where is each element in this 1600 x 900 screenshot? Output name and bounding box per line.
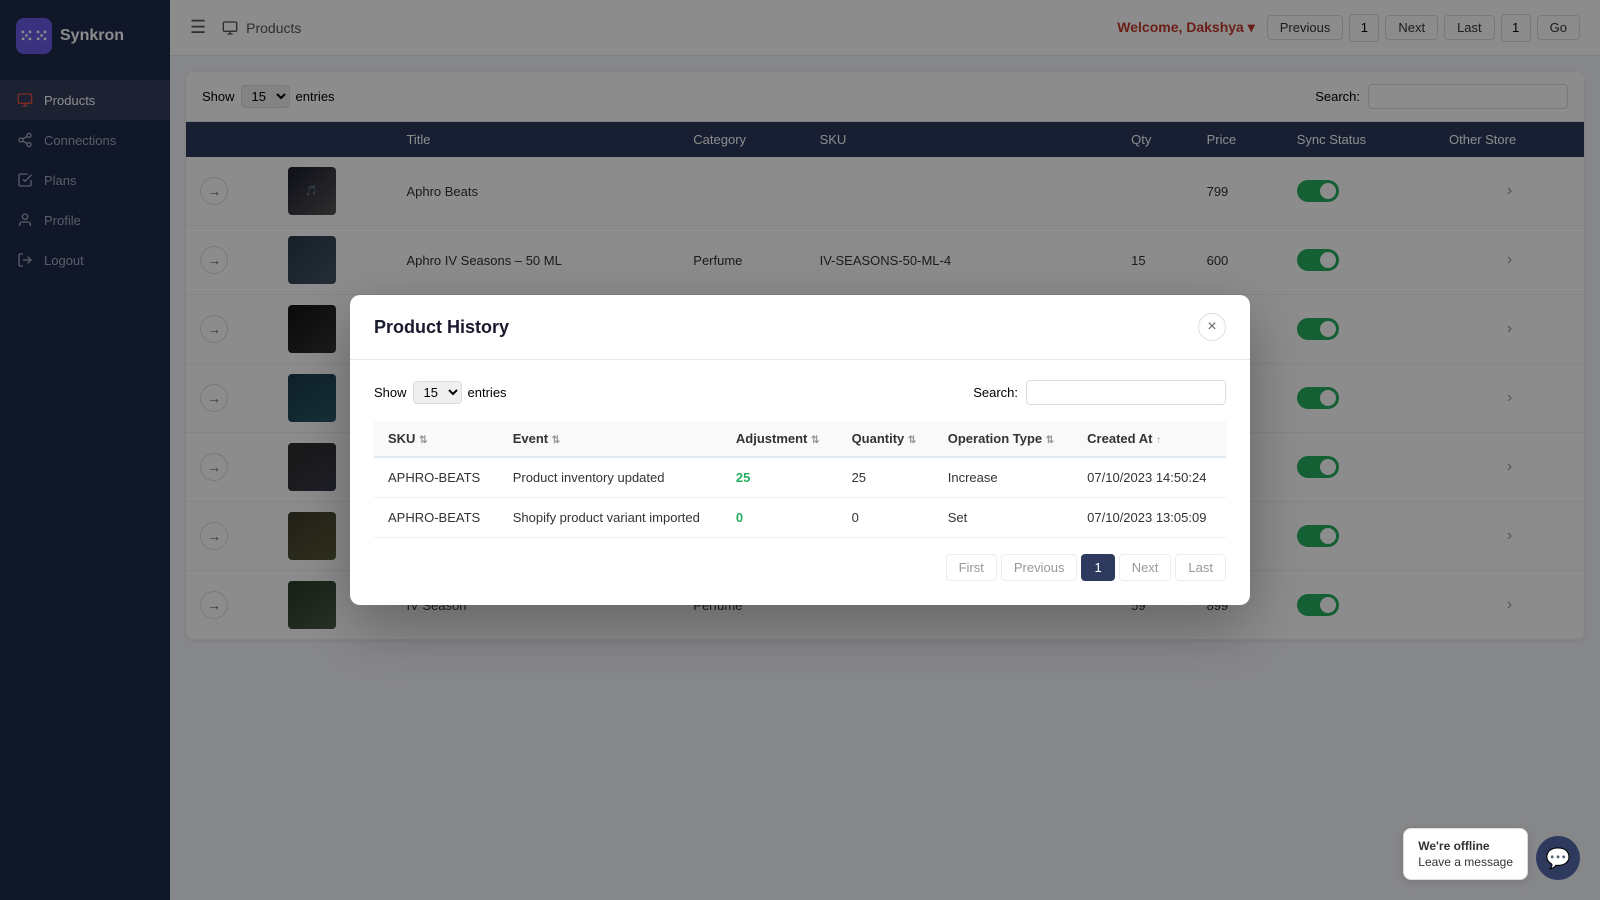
modal-page-button[interactable]: 1 (1081, 554, 1114, 581)
chat-widget: We're offline Leave a message 💬 (1403, 828, 1580, 880)
modal-table-row: APHRO-BEATS Product inventory updated 25… (374, 457, 1226, 498)
modal-search-label: Search: (973, 385, 1018, 400)
modal-overlay[interactable]: Product History × Show 15 25 50 entries … (0, 0, 1600, 900)
modal-search-input[interactable] (1026, 380, 1226, 405)
history-operation: Set (934, 498, 1073, 538)
modal-table-row: APHRO-BEATS Shopify product variant impo… (374, 498, 1226, 538)
modal-last-button[interactable]: Last (1175, 554, 1226, 581)
history-event: Product inventory updated (499, 457, 722, 498)
modal-col-sku: SKU ⇅ (374, 421, 499, 457)
history-operation: Increase (934, 457, 1073, 498)
modal-col-event: Event ⇅ (499, 421, 722, 457)
history-created: 07/10/2023 14:50:24 (1073, 457, 1226, 498)
modal-col-created: Created At ↑ (1073, 421, 1226, 457)
modal-col-adjustment: Adjustment ⇅ (722, 421, 838, 457)
modal-show-entries: Show 15 25 50 entries (374, 381, 507, 404)
modal-pagination: First Previous 1 Next Last (374, 538, 1226, 585)
chat-subtitle: Leave a message (1418, 855, 1513, 869)
chat-icon[interactable]: 💬 (1536, 836, 1580, 880)
product-history-modal: Product History × Show 15 25 50 entries … (350, 295, 1250, 605)
modal-close-button[interactable]: × (1198, 313, 1226, 341)
modal-col-quantity: Quantity ⇅ (838, 421, 934, 457)
modal-entries-label: entries (468, 385, 507, 400)
history-quantity: 0 (838, 498, 934, 538)
modal-entries-select[interactable]: 15 25 50 (413, 381, 462, 404)
modal-prev-button[interactable]: Previous (1001, 554, 1078, 581)
modal-col-operation: Operation Type ⇅ (934, 421, 1073, 457)
history-created: 07/10/2023 13:05:09 (1073, 498, 1226, 538)
history-adjustment: 25 (736, 470, 750, 485)
history-sku: APHRO-BEATS (374, 457, 499, 498)
history-sku: APHRO-BEATS (374, 498, 499, 538)
chat-offline-title: We're offline (1418, 839, 1513, 853)
modal-table: SKU ⇅ Event ⇅ Adjustment ⇅ Quantity ⇅ Op… (374, 421, 1226, 538)
modal-next-button[interactable]: Next (1119, 554, 1172, 581)
history-quantity: 25 (838, 457, 934, 498)
modal-header: Product History × (350, 295, 1250, 360)
history-adjustment: 0 (736, 510, 743, 525)
modal-body: Show 15 25 50 entries Search: SKU ⇅ (350, 360, 1250, 605)
modal-controls: Show 15 25 50 entries Search: (374, 380, 1226, 405)
modal-first-button[interactable]: First (946, 554, 997, 581)
modal-title: Product History (374, 317, 509, 338)
chat-bubble: We're offline Leave a message (1403, 828, 1528, 880)
history-event: Shopify product variant imported (499, 498, 722, 538)
modal-search: Search: (973, 380, 1226, 405)
modal-show-label: Show (374, 385, 407, 400)
